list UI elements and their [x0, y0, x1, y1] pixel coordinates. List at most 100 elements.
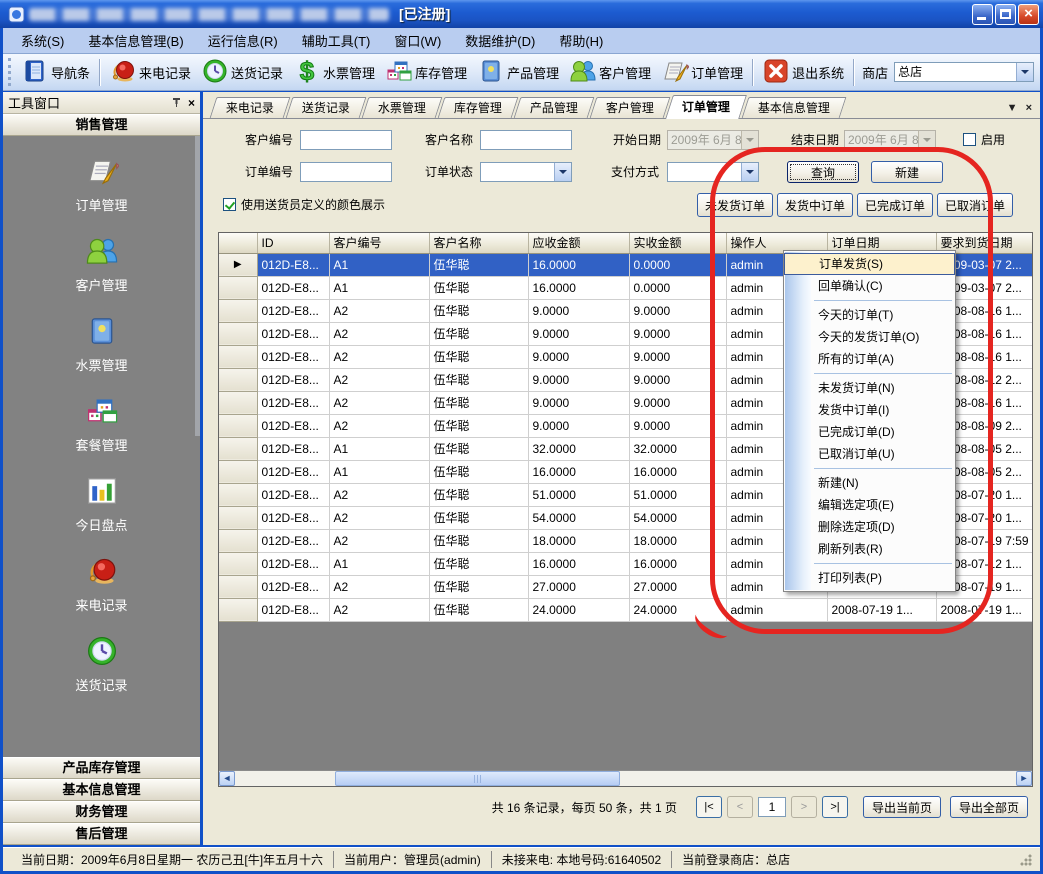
menu-item-data-maintenance[interactable]: 数据维护(D): [453, 28, 547, 53]
context-menu-item-all-orders[interactable]: 所有的订单(A): [784, 348, 955, 370]
sidebar-group-sales[interactable]: 销售管理: [3, 114, 200, 136]
minimize-button[interactable]: [972, 4, 993, 25]
row-selector[interactable]: [219, 437, 257, 460]
context-menu-item-print-list[interactable]: 打印列表(P): [784, 567, 955, 589]
context-menu-item-unshipped-orders[interactable]: 未发货订单(N): [784, 377, 955, 399]
sidebar-item-water-ticket-mgmt[interactable]: 水票管理: [3, 304, 200, 384]
tab-customer-mgmt[interactable]: 客户管理: [590, 97, 671, 118]
shop-dropdown-icon[interactable]: [1016, 63, 1033, 81]
pay-method-select[interactable]: [667, 162, 759, 182]
pin-icon[interactable]: [171, 97, 182, 108]
tab-order-mgmt[interactable]: 订单管理: [665, 95, 747, 119]
column-header[interactable]: 实收金额: [629, 233, 726, 253]
delivery-color-checkbox[interactable]: [223, 198, 236, 211]
query-button[interactable]: 查询: [787, 161, 859, 183]
filter-button-cancelled-orders[interactable]: 已取消订单: [937, 193, 1013, 217]
context-menu-item-completed-orders[interactable]: 已完成订单(D): [784, 421, 955, 443]
maximize-button[interactable]: [995, 4, 1016, 25]
sidebar-close-icon[interactable]: ×: [188, 96, 195, 110]
tab-inventory-mgmt[interactable]: 库存管理: [438, 97, 519, 118]
context-menu-item-today-shipped-orders[interactable]: 今天的发货订单(O): [784, 326, 955, 348]
toolbar-button-inventory-mgmt[interactable]: 库存管理: [380, 55, 472, 90]
sidebar-group-finance-mgmt[interactable]: 财务管理: [3, 801, 200, 823]
sidebar-item-customer-mgmt[interactable]: 客户管理: [3, 224, 200, 304]
customer-name-input[interactable]: [480, 130, 572, 150]
menu-item-help[interactable]: 帮助(H): [547, 28, 615, 53]
toolbar-button-exit-system[interactable]: 退出系统: [757, 55, 849, 90]
last-page-button[interactable]: >|: [822, 796, 848, 818]
menu-item-aux-tools[interactable]: 辅助工具(T): [290, 28, 383, 53]
row-selector[interactable]: [219, 345, 257, 368]
row-selector[interactable]: [219, 483, 257, 506]
tab-call-records[interactable]: 来电记录: [210, 97, 291, 118]
row-selector[interactable]: [219, 276, 257, 299]
order-no-input[interactable]: [300, 162, 392, 182]
context-menu-item-today-orders[interactable]: 今天的订单(T): [784, 304, 955, 326]
row-selector[interactable]: [219, 414, 257, 437]
toolbar-button-navbar[interactable]: 导航条: [16, 55, 95, 90]
column-header[interactable]: 应收金额: [528, 233, 629, 253]
order-status-select[interactable]: [480, 162, 572, 182]
sidebar-item-package-mgmt[interactable]: 套餐管理: [3, 384, 200, 464]
context-menu-item-delete-selected[interactable]: 删除选定项(D): [784, 516, 955, 538]
row-selector[interactable]: [219, 322, 257, 345]
sidebar-group-product-inventory-mgmt[interactable]: 产品库存管理: [3, 757, 200, 779]
column-header[interactable]: 客户编号: [329, 233, 429, 253]
row-selector[interactable]: [219, 529, 257, 552]
tab-list-dropdown-icon[interactable]: ▼: [1007, 102, 1018, 114]
menu-item-system[interactable]: 系统(S): [9, 28, 76, 53]
row-selector[interactable]: [219, 506, 257, 529]
filter-button-unshipped-orders[interactable]: 未发货订单: [697, 193, 773, 217]
scrollbar-thumb[interactable]: [335, 771, 620, 786]
tab-water-ticket-mgmt[interactable]: 水票管理: [362, 97, 443, 118]
row-selector[interactable]: [219, 460, 257, 483]
sidebar-item-today-inventory[interactable]: 今日盘点: [3, 464, 200, 544]
new-button[interactable]: 新建: [871, 161, 943, 183]
page-number-input[interactable]: [758, 797, 786, 817]
context-menu-item-receipt-confirm[interactable]: 回单确认(C): [784, 275, 955, 297]
tab-product-mgmt[interactable]: 产品管理: [514, 97, 595, 118]
scrollbar-track[interactable]: [235, 771, 1016, 786]
start-date-picker[interactable]: 2009年 6月 8日: [667, 130, 759, 150]
scroll-left-icon[interactable]: ◄: [219, 771, 235, 786]
toolbar-button-call-records[interactable]: 来电记录: [104, 55, 196, 90]
toolbar-button-water-ticket-mgmt[interactable]: $水票管理: [288, 55, 380, 90]
export-current-page-button[interactable]: 导出当前页: [863, 796, 941, 818]
column-header[interactable]: 客户名称: [429, 233, 528, 253]
customer-no-input[interactable]: [300, 130, 392, 150]
tab-close-icon[interactable]: ×: [1026, 102, 1032, 114]
menu-item-window[interactable]: 窗口(W): [382, 28, 453, 53]
menu-item-runtime-info[interactable]: 运行信息(R): [196, 28, 290, 53]
row-selector[interactable]: [219, 552, 257, 575]
toolbar-button-customer-mgmt[interactable]: 客户管理: [564, 55, 656, 90]
sidebar-group-basic-info-mgmt[interactable]: 基本信息管理: [3, 779, 200, 801]
sidebar-item-call-records[interactable]: 来电记录: [3, 544, 200, 624]
toolbar-button-order-mgmt[interactable]: 订单管理: [656, 55, 748, 90]
table-row[interactable]: 012D-E8...A2伍华聪24.000024.0000admin2008-0…: [219, 598, 1033, 621]
row-selector[interactable]: ▶: [219, 253, 257, 276]
scroll-right-icon[interactable]: ►: [1016, 771, 1032, 786]
horizontal-scrollbar[interactable]: ◄ ►: [219, 770, 1032, 786]
prev-page-button[interactable]: <: [727, 796, 753, 818]
end-date-dropdown-icon[interactable]: [918, 131, 935, 149]
toolbar-button-delivery-records[interactable]: 送货记录: [196, 55, 288, 90]
menu-item-basic-info-mgmt[interactable]: 基本信息管理(B): [76, 28, 195, 53]
filter-button-completed-orders[interactable]: 已完成订单: [857, 193, 933, 217]
sidebar-item-order-mgmt[interactable]: 订单管理: [3, 144, 200, 224]
close-button[interactable]: ×: [1018, 4, 1039, 25]
shop-select[interactable]: 总店: [894, 62, 1034, 82]
export-all-pages-button[interactable]: 导出全部页: [950, 796, 1028, 818]
tab-delivery-records[interactable]: 送货记录: [286, 97, 367, 118]
toolbar-button-product-mgmt[interactable]: 产品管理: [472, 55, 564, 90]
context-menu-item-cancelled-orders[interactable]: 已取消订单(U): [784, 443, 955, 465]
start-date-dropdown-icon[interactable]: [741, 131, 758, 149]
pay-method-dropdown-icon[interactable]: [741, 163, 758, 181]
row-selector[interactable]: [219, 299, 257, 322]
context-menu-item-new[interactable]: 新建(N): [784, 472, 955, 494]
row-selector[interactable]: [219, 391, 257, 414]
sidebar-item-delivery-records[interactable]: 送货记录: [3, 624, 200, 704]
context-menu-item-refresh-list[interactable]: 刷新列表(R): [784, 538, 955, 560]
order-status-dropdown-icon[interactable]: [554, 163, 571, 181]
tab-basic-info-mgmt[interactable]: 基本信息管理: [742, 97, 847, 118]
context-menu-item-ship-order[interactable]: 订单发货(S): [784, 253, 955, 275]
